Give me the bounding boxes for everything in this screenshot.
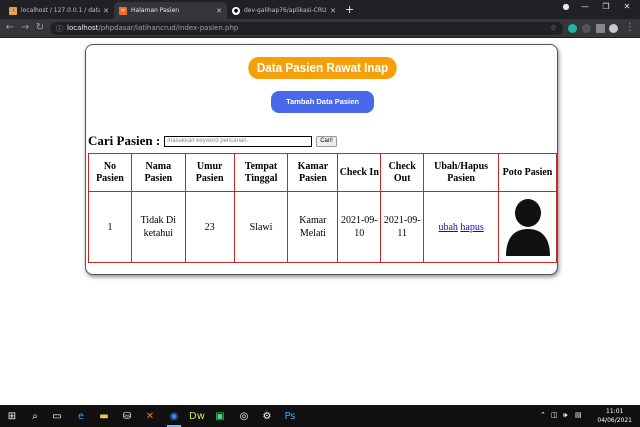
address-bar[interactable]: ⓘ localhost/phpdasar/latihancrud/index-p… <box>50 22 563 35</box>
close-icon[interactable]: ✕ <box>216 7 222 15</box>
table-row: 1 Tidak Di ketahui 23 Slawi Kamar Melati… <box>88 191 557 263</box>
column-header: Poto Pasien <box>498 153 557 192</box>
back-icon[interactable]: ← <box>4 22 16 33</box>
tab-label: dev-galihap76/aplikasi-CRUD-p <box>244 7 327 14</box>
column-header: Check Out <box>380 153 425 192</box>
column-header: No Pasien <box>88 153 132 192</box>
tab-label: Halaman Pasien <box>131 7 180 14</box>
content-card: Data Pasien Rawat Inap Tambah Data Pasie… <box>85 44 558 275</box>
language-icon[interactable]: ▤ <box>575 411 582 419</box>
cell-actions: ubah hapus <box>423 191 500 263</box>
forward-icon[interactable]: → <box>19 22 31 33</box>
extension-icon[interactable] <box>568 24 577 33</box>
tab-search-icon[interactable]: ● <box>558 2 574 11</box>
cell-umur: 23 <box>184 191 235 263</box>
address-toolbar: ← → ↻ ⓘ localhost/phpdasar/latihancrud/i… <box>0 19 640 38</box>
app-icon[interactable]: ◎ <box>236 408 252 424</box>
column-header: Kamar Pasien <box>287 153 339 192</box>
browser-tab-phpmyadmin[interactable]: ⛵ localhost / 127.0.0.1 / database ✕ <box>4 2 114 19</box>
volume-icon[interactable]: 🕪 <box>563 411 567 420</box>
patient-table: No Pasien Nama Pasien Umur Pasien Tempat… <box>88 153 557 263</box>
edge-icon[interactable]: e <box>73 408 89 424</box>
column-header: Check In <box>337 153 382 192</box>
windows-taskbar: ⊞ ⌕ ▭ e ▬ ⛁ ✕ ◉ Dw ▣ ◎ ⚙ Ps ⌃ ◫ 🕪 ▤ 11:0… <box>0 405 640 427</box>
cell-nama: Tidak Di ketahui <box>130 191 186 263</box>
close-icon[interactable]: ✕ <box>103 7 109 15</box>
column-header: Umur Pasien <box>184 153 235 192</box>
cell-check-in: 2021-09-10 <box>337 191 382 263</box>
task-view-icon[interactable]: ▭ <box>49 408 65 424</box>
tab-label: localhost / 127.0.0.1 / database <box>21 7 101 14</box>
add-patient-button[interactable]: Tambah Data Pasien <box>271 91 374 113</box>
file-explorer-icon[interactable]: ▬ <box>96 408 112 424</box>
browser-tab-github[interactable]: ● dev-galihap76/aplikasi-CRUD-p ✕ <box>227 2 341 19</box>
terminal-icon[interactable]: ▣ <box>212 408 228 424</box>
clock-time: 11:01 <box>606 408 624 415</box>
url-text: localhost/phpdasar/latihancrud/index-pas… <box>67 24 239 32</box>
search-button[interactable]: Cari! <box>316 135 337 147</box>
settings-gear-icon[interactable]: ⚙ <box>259 408 275 424</box>
edit-link[interactable]: ubah <box>438 222 457 233</box>
profile-avatar-icon[interactable] <box>609 24 618 33</box>
cell-photo <box>498 191 557 263</box>
search-label: Cari Pasien : <box>88 133 161 148</box>
reload-icon[interactable]: ↻ <box>34 22 46 33</box>
browser-tab-halaman-pasien[interactable]: ✕ Halaman Pasien ✕ <box>114 2 227 19</box>
windows-start-icon[interactable]: ⊞ <box>4 408 20 424</box>
table-header-row: No Pasien Nama Pasien Umur Pasien Tempat… <box>88 153 557 192</box>
delete-link[interactable]: hapus <box>460 222 483 233</box>
close-icon[interactable]: ✕ <box>330 7 336 15</box>
clock-date: 04/06/2021 <box>597 417 632 424</box>
new-tab-button[interactable]: + <box>345 3 354 16</box>
bookmark-star-icon[interactable]: ☆ <box>550 23 557 32</box>
cell-no: 1 <box>88 191 132 263</box>
taskbar-clock[interactable]: 11:01 04/06/2021 <box>597 407 632 425</box>
close-window-button[interactable]: ✕ <box>619 2 635 11</box>
phpmyadmin-icon: ⛵ <box>9 6 17 15</box>
browser-tab-bar: ⛵ localhost / 127.0.0.1 / database ✕ ✕ H… <box>0 0 640 19</box>
column-header: Ubah/Hapus Pasien <box>423 153 500 192</box>
search-form: Cari Pasien : Cari! <box>88 133 337 148</box>
column-header: Nama Pasien <box>130 153 186 192</box>
github-icon: ● <box>232 6 240 15</box>
menu-icon[interactable]: ⋮ <box>624 22 636 33</box>
cell-check-out: 2021-09-11 <box>380 191 425 263</box>
photoshop-icon[interactable]: Ps <box>282 408 298 424</box>
cell-kamar: Kamar Melati <box>287 191 339 263</box>
column-header: Tempat Tinggal <box>233 153 289 192</box>
network-icon[interactable]: ◫ <box>551 411 558 419</box>
store-icon[interactable]: ⛁ <box>119 408 135 424</box>
cell-tempat: Slawi <box>233 191 289 263</box>
info-icon[interactable]: ⓘ <box>56 24 63 34</box>
search-input[interactable] <box>164 135 313 147</box>
extension-icon[interactable] <box>582 24 591 33</box>
chrome-icon[interactable]: ◉ <box>166 408 182 427</box>
puzzle-icon[interactable] <box>596 24 605 33</box>
tray-chevron-icon[interactable]: ⌃ <box>540 411 546 419</box>
person-avatar-icon <box>505 199 550 256</box>
xampp-icon[interactable]: ✕ <box>142 408 158 424</box>
restore-button[interactable]: ❐ <box>598 2 614 11</box>
page-title: Data Pasien Rawat Inap <box>248 57 397 79</box>
search-icon[interactable]: ⌕ <box>27 408 43 424</box>
minimize-button[interactable]: — <box>577 2 593 11</box>
xampp-icon: ✕ <box>119 6 127 15</box>
dreamweaver-icon[interactable]: Dw <box>189 408 205 424</box>
